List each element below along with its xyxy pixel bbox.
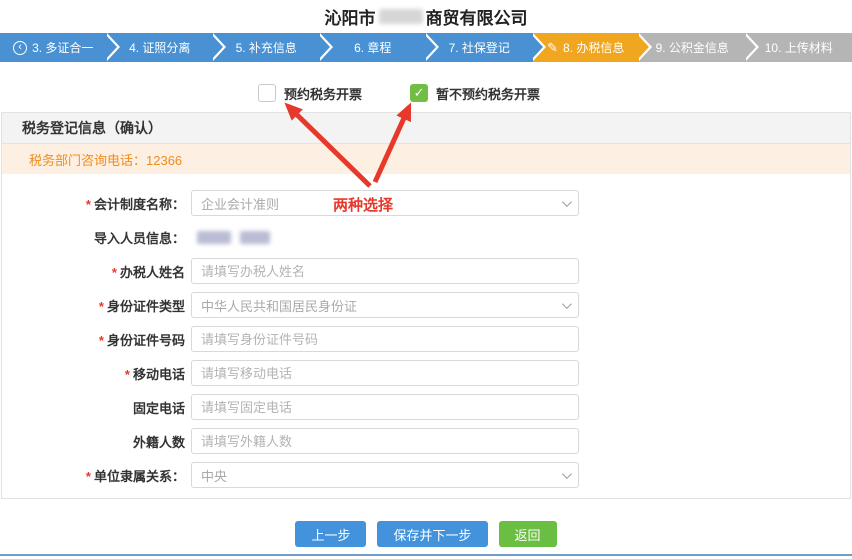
accounting-system-select[interactable]: 企业会计准则 xyxy=(191,190,579,216)
action-button-row: 上一步保存并下一步返回 xyxy=(0,521,852,547)
step-item-4[interactable]: 4. 证照分离 xyxy=(107,33,214,62)
company-name-suffix: 商贸有限公司 xyxy=(426,4,528,29)
page-title: 沁阳市 商贸有限公司 xyxy=(0,0,852,33)
back-icon[interactable]: ‹ xyxy=(13,41,27,55)
step-label: 10. 上传材料 xyxy=(765,39,833,56)
imported-personnel-label: 导入人员信息： xyxy=(2,228,188,247)
redacted-company-name xyxy=(379,9,423,24)
unit-affiliation-row: *单位隶属关系： 中央 xyxy=(2,458,850,492)
tax-registration-page: 沁阳市 商贸有限公司 ‹ 3. 多证合一 4. 证照分离 5. 补充信息 6. 章程 7. … xyxy=(0,0,852,559)
select-value: 中央 xyxy=(201,466,227,485)
landline-phone-row: 固定电话 xyxy=(2,390,850,424)
step-label: 4. 证照分离 xyxy=(129,39,190,56)
step-label: 8. 办税信息 xyxy=(563,39,624,56)
tax-info-panel: 税务登记信息（确认） 税务部门咨询电话：12366 *会计制度名称： 企业会计准则… xyxy=(1,112,851,499)
select-value: 企业会计准则 xyxy=(201,194,279,213)
bottom-divider xyxy=(0,554,852,556)
section-header: 税务登记信息（确认） xyxy=(2,113,850,144)
return-button[interactable]: 返回 xyxy=(499,521,557,547)
redacted-personnel-info xyxy=(191,231,270,244)
reserve-tax-invoice-option[interactable]: 预约税务开票 xyxy=(258,84,362,103)
step-label: 7. 社保登记 xyxy=(449,39,510,56)
required-asterisk: * xyxy=(99,299,104,314)
id-number-row: *身份证件号码 xyxy=(2,322,850,356)
section-title: 税务登记信息（确认） xyxy=(22,118,162,138)
step-label: 3. 多证合一 xyxy=(32,39,93,56)
required-asterisk: * xyxy=(86,469,91,484)
foreign-count-row: 外籍人数 xyxy=(2,424,850,458)
id-number-input[interactable] xyxy=(191,326,579,352)
save-next-button[interactable]: 保存并下一步 xyxy=(377,521,487,547)
unit-affiliation-select[interactable]: 中央 xyxy=(191,462,579,488)
notice-text: 税务部门咨询电话：12366 xyxy=(29,150,182,169)
step-label: 5. 补充信息 xyxy=(236,39,297,56)
id-type-select[interactable]: 中华人民共和国居民身份证 xyxy=(191,292,579,318)
prev-step-button[interactable]: 上一步 xyxy=(295,521,366,547)
required-asterisk: * xyxy=(99,333,104,348)
chevron-down-icon xyxy=(562,197,572,207)
invoice-option-row: 预约税务开票 ✓ 暂不预约税务开票 xyxy=(0,78,852,108)
step-item-3[interactable]: ‹ 3. 多证合一 xyxy=(0,33,107,62)
required-asterisk: * xyxy=(112,265,117,280)
chevron-down-icon xyxy=(562,469,572,479)
accounting-system-label: *会计制度名称： xyxy=(2,194,188,213)
id-number-label: *身份证件号码 xyxy=(2,330,188,349)
landline-phone-input[interactable] xyxy=(191,394,579,420)
checkbox-label: 预约税务开票 xyxy=(284,84,362,103)
landline-phone-label: 固定电话 xyxy=(2,398,188,417)
step-item-8[interactable]: ✎ 8. 办税信息 xyxy=(533,33,640,62)
step-label: 9. 公积金信息 xyxy=(656,39,729,56)
step-item-7[interactable]: 7. 社保登记 xyxy=(426,33,533,62)
required-asterisk: * xyxy=(86,197,91,212)
required-asterisk: * xyxy=(125,367,130,382)
foreign-count-label: 外籍人数 xyxy=(2,432,188,451)
step-item-9[interactable]: 9. 公积金信息 xyxy=(639,33,746,62)
pencil-icon: ✎ xyxy=(547,40,558,56)
unit-affiliation-label: *单位隶属关系： xyxy=(2,466,188,485)
tax-form: *会计制度名称： 企业会计准则导入人员信息： *办税人姓名 *身份证件类型中华人民共和… xyxy=(2,174,850,498)
mobile-phone-input[interactable] xyxy=(191,360,579,386)
chevron-down-icon xyxy=(562,299,572,309)
id-type-label: *身份证件类型 xyxy=(2,296,188,315)
no-reserve-tax-invoice-checkbox[interactable]: ✓ xyxy=(410,84,428,102)
company-name-prefix: 沁阳市 xyxy=(325,4,376,29)
reserve-tax-invoice-checkbox[interactable] xyxy=(258,84,276,102)
foreign-count-input[interactable] xyxy=(191,428,579,454)
step-item-6[interactable]: 6. 章程 xyxy=(320,33,427,62)
step-label: 6. 章程 xyxy=(354,39,391,56)
imported-personnel-row: 导入人员信息： xyxy=(2,220,850,254)
tax-handler-name-row: *办税人姓名 xyxy=(2,254,850,288)
tax-handler-name-input[interactable] xyxy=(191,258,579,284)
step-item-5[interactable]: 5. 补充信息 xyxy=(213,33,320,62)
select-value: 中华人民共和国居民身份证 xyxy=(201,296,357,315)
accounting-system-row: *会计制度名称： 企业会计准则 xyxy=(2,186,850,220)
id-type-row: *身份证件类型中华人民共和国居民身份证 xyxy=(2,288,850,322)
notice-bar: 税务部门咨询电话：12366 xyxy=(2,144,850,174)
checkbox-label: 暂不预约税务开票 xyxy=(436,84,540,103)
step-item-10[interactable]: 10. 上传材料 xyxy=(746,33,852,62)
no-reserve-tax-invoice-option[interactable]: ✓ 暂不预约税务开票 xyxy=(410,84,540,103)
step-nav: ‹ 3. 多证合一 4. 证照分离 5. 补充信息 6. 章程 7. 社保登记 ✎ 8. 办税… xyxy=(0,33,852,62)
tax-handler-name-label: *办税人姓名 xyxy=(2,262,188,281)
mobile-phone-row: *移动电话 xyxy=(2,356,850,390)
mobile-phone-label: *移动电话 xyxy=(2,364,188,383)
